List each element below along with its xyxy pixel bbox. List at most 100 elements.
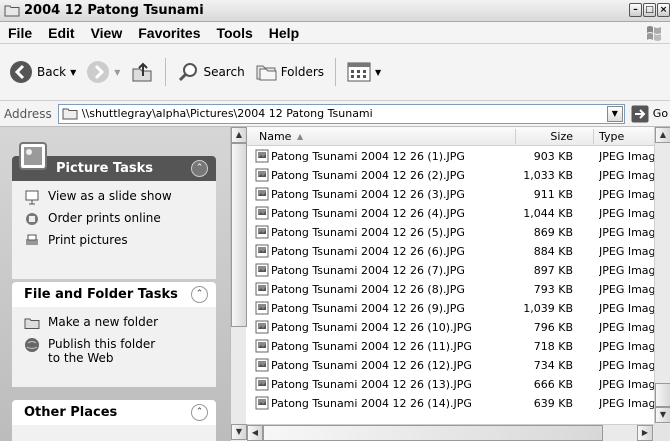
task-label: Order prints online	[48, 211, 161, 225]
column-header: Name ▲ Size Type	[247, 127, 654, 146]
collapse-icon[interactable]: ⌃	[191, 160, 208, 177]
file-row[interactable]: Patong Tsunami 2004 12 26 (2).JPG 1,033 K…	[247, 166, 654, 185]
views-button[interactable]: ▼	[342, 57, 386, 87]
collapse-icon[interactable]: ⌃	[191, 404, 208, 421]
address-input[interactable]: \\shuttlegray\alpha\Pictures\2004 12 Pat…	[57, 103, 625, 124]
make-new-folder-link[interactable]: Make a new folder	[24, 315, 216, 331]
file-name: Patong Tsunami 2004 12 26 (8).JPG	[271, 283, 465, 296]
file-type: JPEG Imag	[599, 150, 654, 163]
jpeg-file-icon	[255, 263, 269, 277]
file-name: Patong Tsunami 2004 12 26 (3).JPG	[271, 188, 465, 201]
title-bar[interactable]: 2004 12 Patong Tsunami – □ ×	[0, 0, 670, 22]
file-row[interactable]: Patong Tsunami 2004 12 26 (14).JPG 639 KB…	[247, 394, 654, 413]
maximize-button[interactable]: □	[643, 3, 656, 17]
forward-button[interactable]: ▼	[81, 57, 125, 87]
file-size: 911 KB	[533, 188, 573, 201]
file-row[interactable]: Patong Tsunami 2004 12 26 (9).JPG 1,039 K…	[247, 299, 654, 318]
file-row[interactable]: Patong Tsunami 2004 12 26 (7).JPG 897 KB J…	[247, 261, 654, 280]
address-bar: Address \\shuttlegray\alpha\Pictures\200…	[0, 101, 670, 127]
file-row[interactable]: Patong Tsunami 2004 12 26 (11).JPG 718 KB…	[247, 337, 654, 356]
menu-view[interactable]: View	[83, 25, 131, 41]
menu-bar: File Edit View Favorites Tools Help	[0, 22, 670, 44]
column-divider[interactable]	[515, 129, 516, 144]
file-row[interactable]: Patong Tsunami 2004 12 26 (3).JPG 911 KB J…	[247, 185, 654, 204]
file-list-horizontal-scrollbar[interactable]: ◀ ▶	[247, 424, 654, 441]
other-places-header[interactable]: Other Places ⌃	[12, 400, 216, 425]
file-name: Patong Tsunami 2004 12 26 (13).JPG	[271, 378, 472, 391]
up-button[interactable]	[125, 57, 159, 87]
back-arrow-icon	[10, 61, 32, 83]
up-folder-icon	[132, 62, 152, 82]
column-size[interactable]: Size	[550, 130, 573, 143]
task-pane-scrollbar[interactable]: ▲ ▼	[230, 127, 247, 441]
scroll-up-button[interactable]: ▲	[231, 127, 247, 143]
file-list: Name ▲ Size Type Patong Tsunami 2004 12 …	[247, 127, 670, 441]
file-row[interactable]: Patong Tsunami 2004 12 26 (12).JPG 734 KB…	[247, 356, 654, 375]
menu-tools[interactable]: Tools	[208, 25, 260, 41]
file-size: 1,044 KB	[523, 207, 573, 220]
file-row[interactable]: Patong Tsunami 2004 12 26 (8).JPG 793 KB J…	[247, 280, 654, 299]
task-label: Publish this folder to the Web	[48, 337, 156, 365]
search-button[interactable]: Search	[172, 57, 249, 87]
other-places-title: Other Places	[24, 405, 118, 420]
menu-edit[interactable]: Edit	[40, 25, 82, 41]
print-pictures-link[interactable]: Print pictures	[24, 233, 216, 249]
back-dropdown-icon[interactable]: ▼	[70, 68, 76, 77]
scroll-up-button[interactable]: ▲	[655, 127, 670, 143]
file-type: JPEG Imag	[599, 283, 654, 296]
file-size: 884 KB	[533, 245, 573, 258]
file-row[interactable]: Patong Tsunami 2004 12 26 (13).JPG 666 KB…	[247, 375, 654, 394]
view-slideshow-link[interactable]: View as a slide show	[24, 189, 216, 205]
column-divider[interactable]	[593, 129, 594, 144]
menu-file[interactable]: File	[0, 25, 40, 41]
file-name: Patong Tsunami 2004 12 26 (4).JPG	[271, 207, 465, 220]
file-size: 1,033 KB	[523, 169, 573, 182]
column-name[interactable]: Name	[259, 130, 291, 143]
scroll-thumb[interactable]	[231, 143, 247, 327]
file-name: Patong Tsunami 2004 12 26 (12).JPG	[271, 359, 472, 372]
folders-button[interactable]: Folders	[250, 57, 329, 87]
scroll-thumb[interactable]	[655, 383, 670, 407]
file-name: Patong Tsunami 2004 12 26 (2).JPG	[271, 169, 465, 182]
close-button[interactable]: ×	[657, 3, 670, 17]
file-size: 1,039 KB	[523, 302, 573, 315]
folders-label: Folders	[280, 65, 325, 79]
order-prints-link[interactable]: Order prints online	[24, 211, 216, 227]
scroll-left-button[interactable]: ◀	[247, 425, 263, 441]
file-type: JPEG Imag	[599, 169, 654, 182]
file-row[interactable]: Patong Tsunami 2004 12 26 (10).JPG 796 KB…	[247, 318, 654, 337]
scroll-right-button[interactable]: ▶	[637, 425, 653, 441]
file-name: Patong Tsunami 2004 12 26 (10).JPG	[271, 321, 472, 334]
file-row[interactable]: Patong Tsunami 2004 12 26 (1).JPG 903 KB J…	[247, 147, 654, 166]
file-type: JPEG Imag	[599, 226, 654, 239]
file-list-vertical-scrollbar[interactable]: ▲ ▼	[654, 127, 670, 424]
scroll-down-button[interactable]: ▼	[655, 407, 670, 423]
scroll-thumb[interactable]	[263, 425, 603, 441]
file-folder-tasks-header[interactable]: File and Folder Tasks ⌃	[12, 282, 216, 307]
jpeg-file-icon	[255, 377, 269, 391]
file-row[interactable]: Patong Tsunami 2004 12 26 (4).JPG 1,044 K…	[247, 204, 654, 223]
file-row[interactable]: Patong Tsunami 2004 12 26 (6).JPG 884 KB J…	[247, 242, 654, 261]
scroll-down-button[interactable]: ▼	[231, 424, 247, 440]
menu-favorites[interactable]: Favorites	[130, 25, 208, 41]
address-dropdown-button[interactable]: ▼	[606, 105, 623, 122]
column-type[interactable]: Type	[599, 130, 624, 143]
picture-tasks-title: Picture Tasks	[56, 161, 153, 176]
menu-help[interactable]: Help	[261, 25, 307, 41]
go-button[interactable]: Go	[631, 105, 668, 123]
back-button[interactable]: Back ▼	[4, 57, 81, 87]
file-type: JPEG Imag	[599, 245, 654, 258]
file-name: Patong Tsunami 2004 12 26 (14).JPG	[271, 397, 472, 410]
jpeg-file-icon	[255, 358, 269, 372]
file-name: Patong Tsunami 2004 12 26 (5).JPG	[271, 226, 465, 239]
forward-dropdown-icon[interactable]: ▼	[114, 68, 120, 77]
file-size: 734 KB	[533, 359, 573, 372]
file-size: 639 KB	[533, 397, 573, 410]
jpeg-file-icon	[255, 225, 269, 239]
file-row[interactable]: Patong Tsunami 2004 12 26 (5).JPG 869 KB J…	[247, 223, 654, 242]
views-dropdown-icon[interactable]: ▼	[375, 68, 381, 77]
collapse-icon[interactable]: ⌃	[191, 286, 208, 303]
address-label: Address	[4, 106, 52, 121]
minimize-button[interactable]: –	[629, 3, 642, 17]
publish-folder-link[interactable]: Publish this folder to the Web	[24, 337, 216, 365]
